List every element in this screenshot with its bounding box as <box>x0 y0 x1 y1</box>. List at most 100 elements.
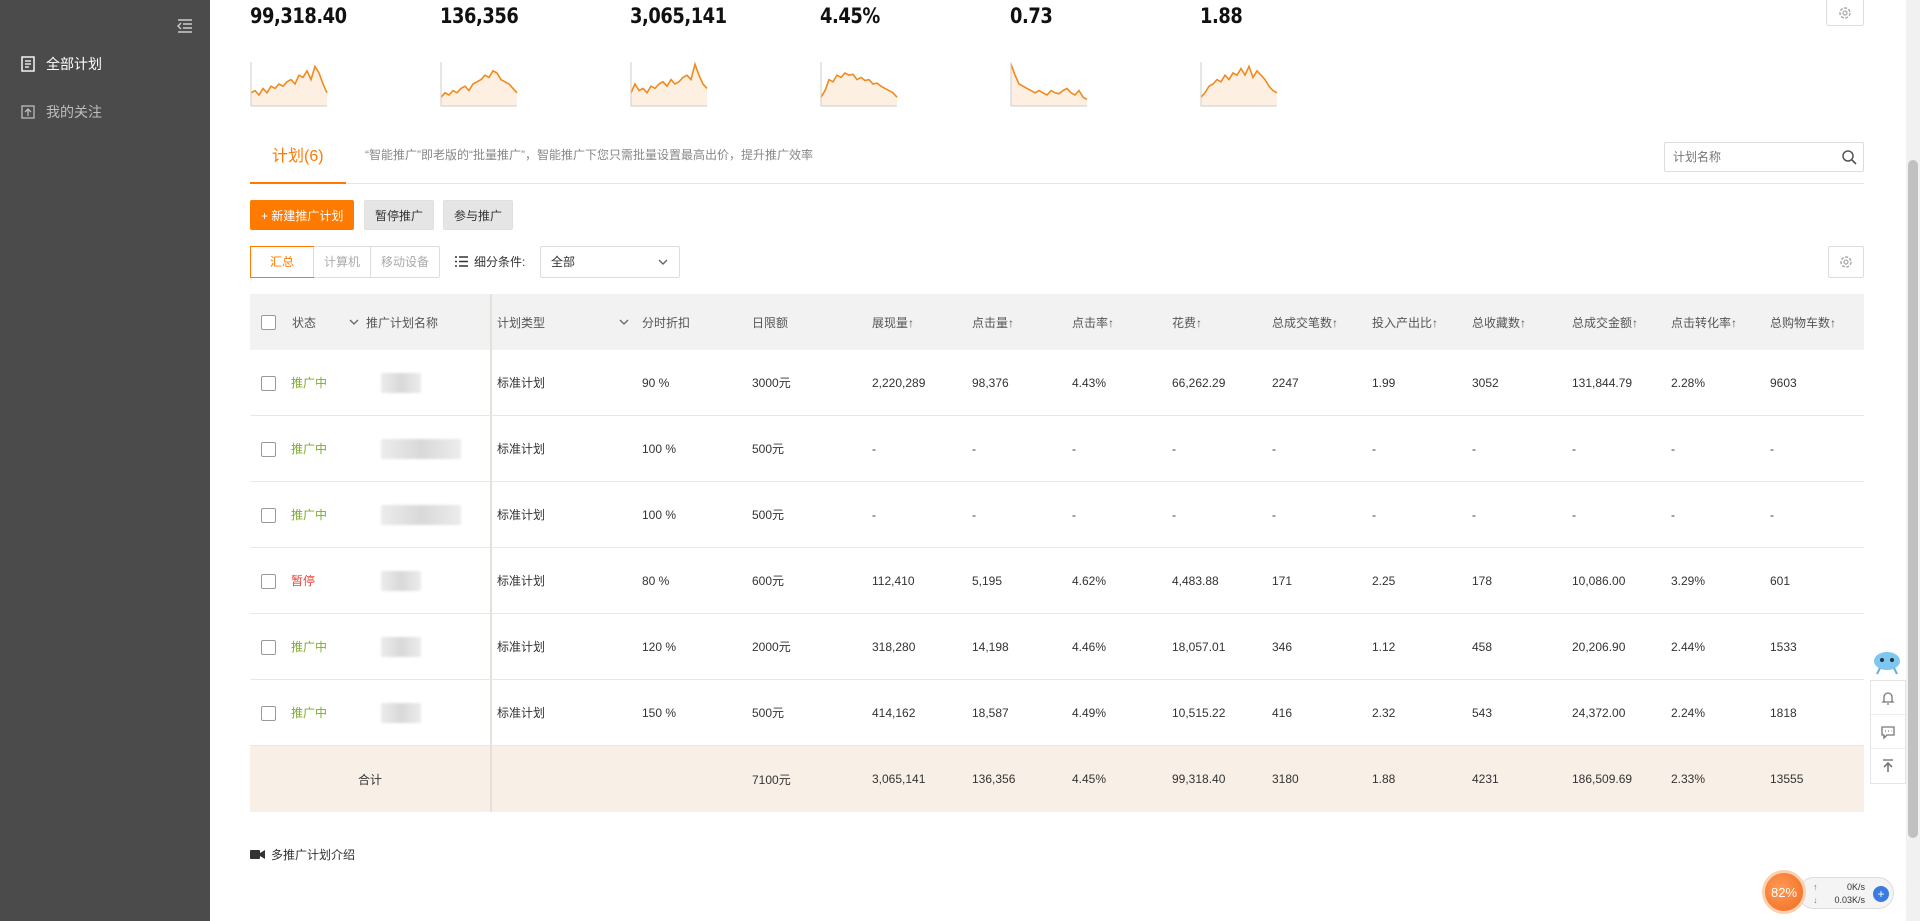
metric-impressions[interactable]: 3,065,141 <box>630 4 750 28</box>
row-cost: 10,515.22 <box>1172 705 1226 720</box>
scrollbar-thumb[interactable] <box>1908 160 1918 838</box>
row-plan-name[interactable] <box>381 614 421 679</box>
tab-description: “智能推广”即老版的“批量推广”，智能推广下您只需批量设置最高出价，提升推广效率 <box>365 148 813 162</box>
collapse-menu-icon[interactable] <box>175 16 195 36</box>
row-discount: 150 % <box>642 705 677 720</box>
table-row[interactable]: 推广中 标准计划 120 % 2000元 318,280 14,198 4.46% 18,05… <box>250 614 1864 680</box>
frozen-column-divider <box>490 416 492 481</box>
sidebar-item-my-follows[interactable]: 我的关注 <box>20 100 102 124</box>
table-row[interactable]: 推广中 标准计划 100 % 500元 - - - - - - - - - - <box>250 416 1864 482</box>
header-ctr-label: 点击率↑ <box>1072 315 1115 330</box>
page-scrollbar[interactable] <box>1906 0 1920 921</box>
notification-button[interactable] <box>1871 681 1905 715</box>
gear-icon <box>1840 256 1852 268</box>
header-impressions-label: 展现量↑ <box>872 315 915 330</box>
header-favorites[interactable]: 总收藏数↑ <box>1472 294 1526 350</box>
header-plan-name: 推广计划名称 <box>366 294 438 350</box>
chevron-down-icon[interactable] <box>618 316 630 328</box>
total-budget: 7100元 <box>752 772 791 787</box>
network-speed-widget[interactable]: ↑ 0K/s ↓ 0.03K/s + 82% <box>1762 870 1894 914</box>
row-budget: 500元 <box>752 508 785 522</box>
row-roi: - <box>1372 507 1376 522</box>
header-daily-budget-label: 日限额 <box>752 315 789 330</box>
sparkline-area <box>631 64 707 106</box>
new-plan-button[interactable]: + 新建推广计划 <box>250 200 355 230</box>
total-clicks: 136,356 <box>972 772 1016 786</box>
row-roi: 1.12 <box>1372 639 1396 654</box>
list-icon <box>455 256 468 267</box>
row-checkbox[interactable] <box>261 639 276 655</box>
row-gmv: 20,206.90 <box>1572 639 1626 654</box>
row-status[interactable]: 推广中 <box>291 416 327 481</box>
header-cost[interactable]: 花费↑ <box>1172 294 1202 350</box>
row-cart: 1818 <box>1770 705 1797 720</box>
metric-clicks[interactable]: 136,356 <box>440 4 560 28</box>
join-promotion-button[interactable]: 参与推广 <box>443 200 514 230</box>
header-cart[interactable]: 总购物车数↑ <box>1770 294 1836 350</box>
table-row[interactable]: 推广中 标准计划 100 % 500元 - - - - - - - - - - <box>250 482 1864 548</box>
row-type: 标准计划 <box>497 574 546 588</box>
redacted-name <box>381 372 421 393</box>
row-checkbox[interactable] <box>261 507 276 523</box>
sidebar-item-all-plans[interactable]: 全部计划 <box>20 52 102 76</box>
row-plan-name[interactable] <box>381 416 461 481</box>
header-roi[interactable]: 投入产出比↑ <box>1372 294 1438 350</box>
multi-plan-intro-link[interactable]: 多推广计划介绍 <box>250 846 355 863</box>
tab-plans[interactable]: 计划(6) <box>250 130 346 184</box>
header-cvr[interactable]: 点击转化率↑ <box>1671 294 1737 350</box>
memory-usage-badge[interactable]: 82% <box>1762 870 1806 914</box>
total-ctr: 4.45% <box>1072 772 1107 786</box>
filter-select[interactable]: 全部 <box>540 246 680 278</box>
row-checkbox[interactable] <box>261 705 276 721</box>
tab-mobile[interactable]: 移动设备 <box>370 247 439 277</box>
search-icon[interactable] <box>1841 149 1857 165</box>
sparkline-1 <box>440 62 518 107</box>
row-checkbox[interactable] <box>261 573 276 589</box>
mascot-icon[interactable] <box>1872 650 1902 676</box>
table-settings-button[interactable] <box>1828 246 1864 278</box>
header-impressions[interactable]: 展现量↑ <box>872 294 914 350</box>
header-status-label: 状态 <box>292 315 317 330</box>
total-cvr: 2.33% <box>1671 772 1706 786</box>
metric-roi-a[interactable]: 0.73 <box>1010 4 1130 28</box>
row-status[interactable]: 推广中 <box>291 482 327 547</box>
row-cost: - <box>1172 441 1176 456</box>
row-impressions: 112,410 <box>872 573 915 588</box>
select-all-checkbox[interactable] <box>261 315 276 330</box>
row-plan-name[interactable] <box>381 548 421 613</box>
table-row[interactable]: 推广中 标准计划 150 % 500元 414,162 18,587 4.49% 10,515… <box>250 680 1864 746</box>
row-status[interactable]: 推广中 <box>291 680 327 745</box>
message-button[interactable] <box>1871 715 1905 749</box>
header-clicks[interactable]: 点击量↑ <box>972 294 1014 350</box>
row-checkbox[interactable] <box>261 441 276 457</box>
header-gmv[interactable]: 总成交金额↑ <box>1572 294 1638 350</box>
header-ctr[interactable]: 点击率↑ <box>1072 294 1114 350</box>
metric-settings-button[interactable] <box>1826 0 1864 26</box>
table-row[interactable]: 暂停 标准计划 80 % 600元 112,410 5,195 4.62% 4,483.88 1… <box>250 548 1864 614</box>
row-type: 标准计划 <box>497 442 546 456</box>
header-orders[interactable]: 总成交笔数↑ <box>1272 294 1338 350</box>
row-plan-name[interactable] <box>381 680 421 745</box>
row-status[interactable]: 暂停 <box>291 548 315 613</box>
row-status[interactable]: 推广中 <box>291 614 327 679</box>
row-orders: - <box>1272 441 1276 456</box>
metric-roi-b[interactable]: 1.88 <box>1200 4 1320 28</box>
back-to-top-button[interactable] <box>1871 749 1905 783</box>
table-row[interactable]: 推广中 标准计划 90 % 3000元 2,220,289 98,376 4.43% 66,2… <box>250 350 1864 416</box>
tab-computer[interactable]: 计算机 <box>313 247 370 277</box>
metric-ctr[interactable]: 4.45% <box>820 4 940 28</box>
row-orders: 171 <box>1272 573 1293 588</box>
header-status: 状态 <box>292 294 316 350</box>
metric-cost[interactable]: 99,318.40 <box>250 4 370 28</box>
pause-promotion-button[interactable]: 暂停推广 <box>364 200 435 230</box>
chevron-down-icon[interactable] <box>348 316 360 328</box>
row-plan-name[interactable] <box>381 350 421 415</box>
header-plan-type-label: 计划类型 <box>497 315 546 330</box>
row-plan-name[interactable] <box>381 482 461 547</box>
bell-icon <box>1881 691 1895 705</box>
row-checkbox[interactable] <box>261 375 276 391</box>
plan-search-input[interactable] <box>1665 143 1833 171</box>
plus-icon[interactable]: + <box>1873 886 1889 902</box>
row-status[interactable]: 推广中 <box>291 350 327 415</box>
tab-summary[interactable]: 汇总 <box>250 246 315 278</box>
